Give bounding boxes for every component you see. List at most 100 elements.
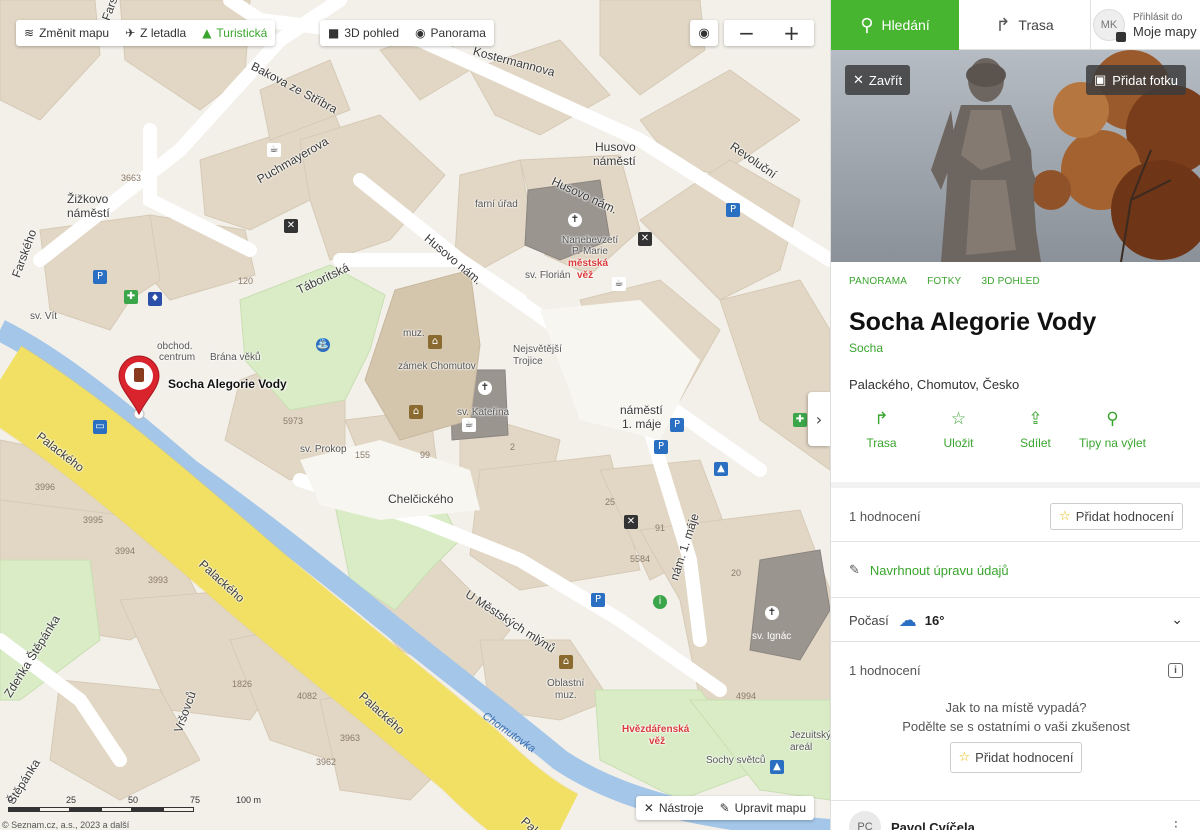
cafe-icon: ☕ bbox=[267, 143, 281, 157]
tools-button[interactable]: ✕ Nástroje bbox=[636, 796, 712, 820]
rain-cloud-icon: ☁ bbox=[898, 609, 917, 631]
suggest-edit-link[interactable]: ✎ Navrhnout úpravu údajů bbox=[831, 542, 1200, 598]
star-icon: ☆ bbox=[950, 409, 967, 429]
media-tabs: PANORAMA FOTKY 3D POHLED bbox=[831, 262, 1200, 300]
map-type-toolbar: ≋ Změnit mapu ✈ Z letadla ▲ Turistická bbox=[16, 20, 276, 46]
museum-icon: ⌂ bbox=[559, 655, 573, 669]
weather-temperature: 16° bbox=[924, 612, 945, 628]
account-button[interactable]: MK Přihlásit do Moje mapy bbox=[1091, 0, 1200, 49]
edit-tag-icon: ✎ bbox=[849, 562, 860, 578]
copyright-text: © Seznam.cz, a.s., 2023 a bbox=[2, 820, 108, 830]
scale-tick: 50 bbox=[128, 795, 139, 805]
museum-icon: ⌂ bbox=[409, 405, 423, 419]
info-icon[interactable]: i bbox=[1168, 662, 1183, 678]
share-icon: ⇪ bbox=[1028, 409, 1043, 429]
poi-label: Brána věků bbox=[210, 352, 261, 363]
church-icon: ✝ bbox=[478, 381, 492, 395]
bus-icon: ▭ bbox=[93, 420, 107, 434]
eye-icon: ◉ bbox=[415, 26, 426, 40]
route-tab[interactable]: ↱ Trasa bbox=[959, 0, 1091, 50]
star-outline-icon: ☆ bbox=[1059, 508, 1071, 524]
square-label: Žižkovo bbox=[67, 192, 109, 206]
route-icon: ↱ bbox=[874, 409, 889, 429]
house-number: 155 bbox=[355, 450, 371, 460]
add-rating-button[interactable]: ☆ Přidat hodnocení bbox=[1050, 502, 1183, 530]
account-text: Přihlásit do Moje mapy bbox=[1133, 11, 1197, 39]
panorama-button[interactable]: ◉ Panorama bbox=[407, 20, 494, 46]
poi-label: Sochy světců bbox=[706, 755, 766, 766]
route-tab-label: Trasa bbox=[1018, 17, 1054, 33]
square-label: náměstí bbox=[593, 154, 636, 168]
zoom-controls: ◉ − + bbox=[690, 20, 814, 46]
house-number: 5584 bbox=[630, 554, 651, 564]
media-tab-photos[interactable]: FOTKY bbox=[927, 276, 961, 287]
map-scale: 0 25 50 75 100 m bbox=[8, 795, 261, 812]
statue-icon: ▲ bbox=[714, 462, 728, 476]
media-tab-panorama[interactable]: PANORAMA bbox=[849, 276, 907, 287]
locate-button[interactable]: ◉ bbox=[690, 20, 718, 46]
add-review-button[interactable]: ☆ Přidat hodnocení bbox=[949, 742, 1083, 773]
place-detail-panel: ⚲ Hledání ↱ Trasa MK Přihlásit do Moje m… bbox=[830, 0, 1200, 830]
change-map-label: Změnit mapu bbox=[39, 26, 110, 40]
share-action-button[interactable]: ⇪ Sdílet bbox=[997, 409, 1074, 451]
edit-map-button[interactable]: ✎ Upravit mapu bbox=[712, 796, 814, 820]
square-label: náměstí bbox=[620, 403, 663, 417]
house-number: 1826 bbox=[232, 679, 253, 689]
reviewer-avatar: PC bbox=[849, 811, 881, 830]
poi-label: věž bbox=[577, 270, 594, 281]
close-button[interactable]: ✕ Zavřít bbox=[845, 65, 911, 95]
search-tab[interactable]: ⚲ Hledání bbox=[831, 0, 959, 50]
house-number: 3996 bbox=[35, 482, 56, 492]
collapse-panel-button[interactable]: › bbox=[808, 392, 830, 446]
media-tab-3d[interactable]: 3D POHLED bbox=[981, 276, 1040, 287]
change-map-button[interactable]: ≋ Změnit mapu bbox=[16, 20, 117, 46]
restaurant-icon: ✕ bbox=[284, 219, 298, 233]
square-label: Husovo bbox=[595, 140, 636, 154]
poi-label: centrum bbox=[159, 352, 196, 363]
search-icon: ⚲ bbox=[860, 14, 874, 36]
camera-icon: ▣ bbox=[1093, 72, 1107, 87]
view-3d-button[interactable]: ■ 3D pohled bbox=[320, 20, 407, 46]
house-number: 91 bbox=[655, 523, 666, 533]
map-bottom-tools: ✕ Nástroje ✎ Upravit mapu bbox=[635, 796, 814, 820]
scale-unit: 100 m bbox=[236, 795, 262, 805]
restaurant-icon: ✕ bbox=[624, 515, 638, 529]
layers-icon: ≋ bbox=[24, 26, 35, 40]
map-canvas[interactable]: Farského Farského Žižkovo náměstí Puchma… bbox=[0, 0, 830, 830]
tourist-button[interactable]: ▲ Turistická bbox=[194, 20, 275, 46]
copyright-more-link[interactable]: další bbox=[110, 820, 129, 830]
aerial-label: Z letadla bbox=[140, 26, 187, 40]
poi-label: Trojice bbox=[513, 356, 543, 367]
aerial-button[interactable]: ✈ Z letadla bbox=[117, 20, 194, 46]
weather-section[interactable]: Počasí ☁ 16° ⌄ bbox=[831, 597, 1200, 642]
weather-label: Počasí bbox=[849, 612, 889, 628]
my-maps-label: Moje mapy bbox=[1133, 23, 1197, 39]
place-photo[interactable]: ✕ Zavřít ▣ Přidat fotku bbox=[831, 50, 1200, 262]
poi-label: areál bbox=[790, 742, 813, 753]
poi-label: muz. bbox=[403, 328, 425, 339]
zoom-out-button[interactable]: − bbox=[724, 20, 769, 46]
add-photo-button[interactable]: ▣ Přidat fotku bbox=[1085, 65, 1186, 95]
login-prompt: Přihlásit do bbox=[1133, 11, 1183, 23]
trip-tips-action-button[interactable]: ⚲ Tipy na výlet bbox=[1074, 411, 1151, 451]
reviewer-name[interactable]: Pavol Cvíčela bbox=[891, 820, 975, 830]
place-category-link[interactable]: Socha bbox=[831, 337, 1200, 355]
poi-label: sv. Ignác bbox=[752, 631, 792, 642]
house-number: 4082 bbox=[297, 691, 318, 701]
zoom-in-button[interactable]: + bbox=[769, 20, 814, 46]
airplane-icon: ✈ bbox=[125, 26, 136, 40]
action-label: Uložit bbox=[943, 436, 974, 450]
parking-icon: P bbox=[670, 418, 684, 432]
save-action-button[interactable]: ☆ Uložit bbox=[920, 409, 997, 451]
more-options-icon[interactable]: ⋮ bbox=[1169, 819, 1183, 830]
route-icon: ↱ bbox=[995, 14, 1011, 36]
selected-place-marker[interactable] bbox=[117, 354, 161, 420]
pencil-icon: ✎ bbox=[719, 801, 730, 815]
panel-top-bar: ⚲ Hledání ↱ Trasa MK Přihlásit do Moje m… bbox=[831, 0, 1200, 50]
poi-label: sv. Prokop bbox=[300, 444, 347, 455]
search-tab-label: Hledání bbox=[881, 17, 930, 33]
house-number: 25 bbox=[605, 497, 616, 507]
place-address: Palackého, Chomutov, Česko bbox=[849, 377, 1020, 392]
route-action-button[interactable]: ↱ Trasa bbox=[843, 409, 920, 451]
chevron-right-icon: › bbox=[815, 409, 823, 429]
